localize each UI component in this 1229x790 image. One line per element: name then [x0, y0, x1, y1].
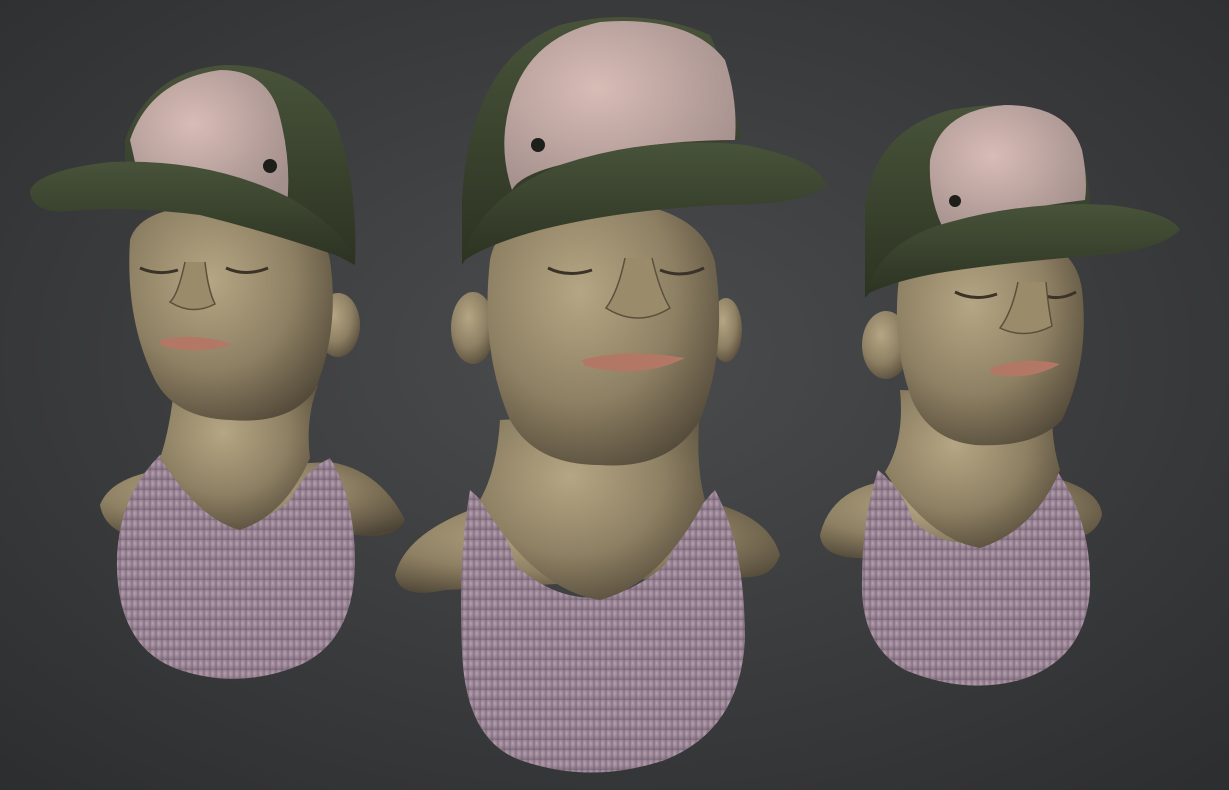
cap-eyelet	[263, 159, 277, 173]
sculpt-render	[0, 0, 1229, 790]
face	[487, 200, 720, 466]
cap-eyelet	[531, 138, 545, 152]
render-scene	[0, 0, 1229, 790]
cap-eyelet	[949, 195, 961, 207]
